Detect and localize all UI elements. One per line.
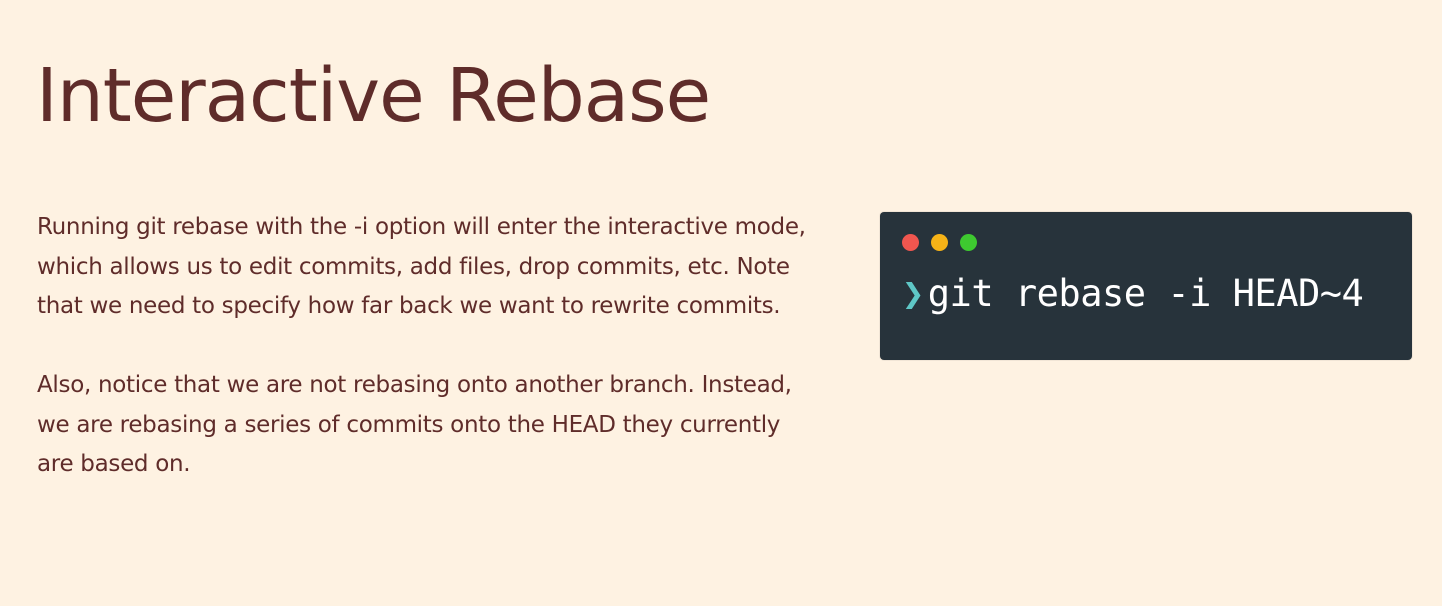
close-dot-icon (902, 234, 919, 251)
slide: Interactive Rebase Running git rebase wi… (0, 0, 1442, 606)
command-line: ❯ git rebase -i HEAD~4 (902, 272, 1364, 315)
git-command: git rebase -i HEAD~4 (927, 272, 1364, 315)
minimize-dot-icon (931, 234, 948, 251)
slide-title: Interactive Rebase (36, 53, 711, 139)
maximize-dot-icon (960, 234, 977, 251)
window-controls (902, 234, 977, 251)
paragraph-rebase-description: Running git rebase with the -i option wi… (37, 214, 806, 319)
body-text: Running git rebase with the -i option wi… (37, 208, 817, 524)
terminal-window: ❯ git rebase -i HEAD~4 (880, 212, 1412, 360)
paragraph-rebase-note: Also, notice that we are not rebasing on… (37, 372, 792, 477)
prompt-chevron-icon: ❯ (902, 272, 924, 315)
